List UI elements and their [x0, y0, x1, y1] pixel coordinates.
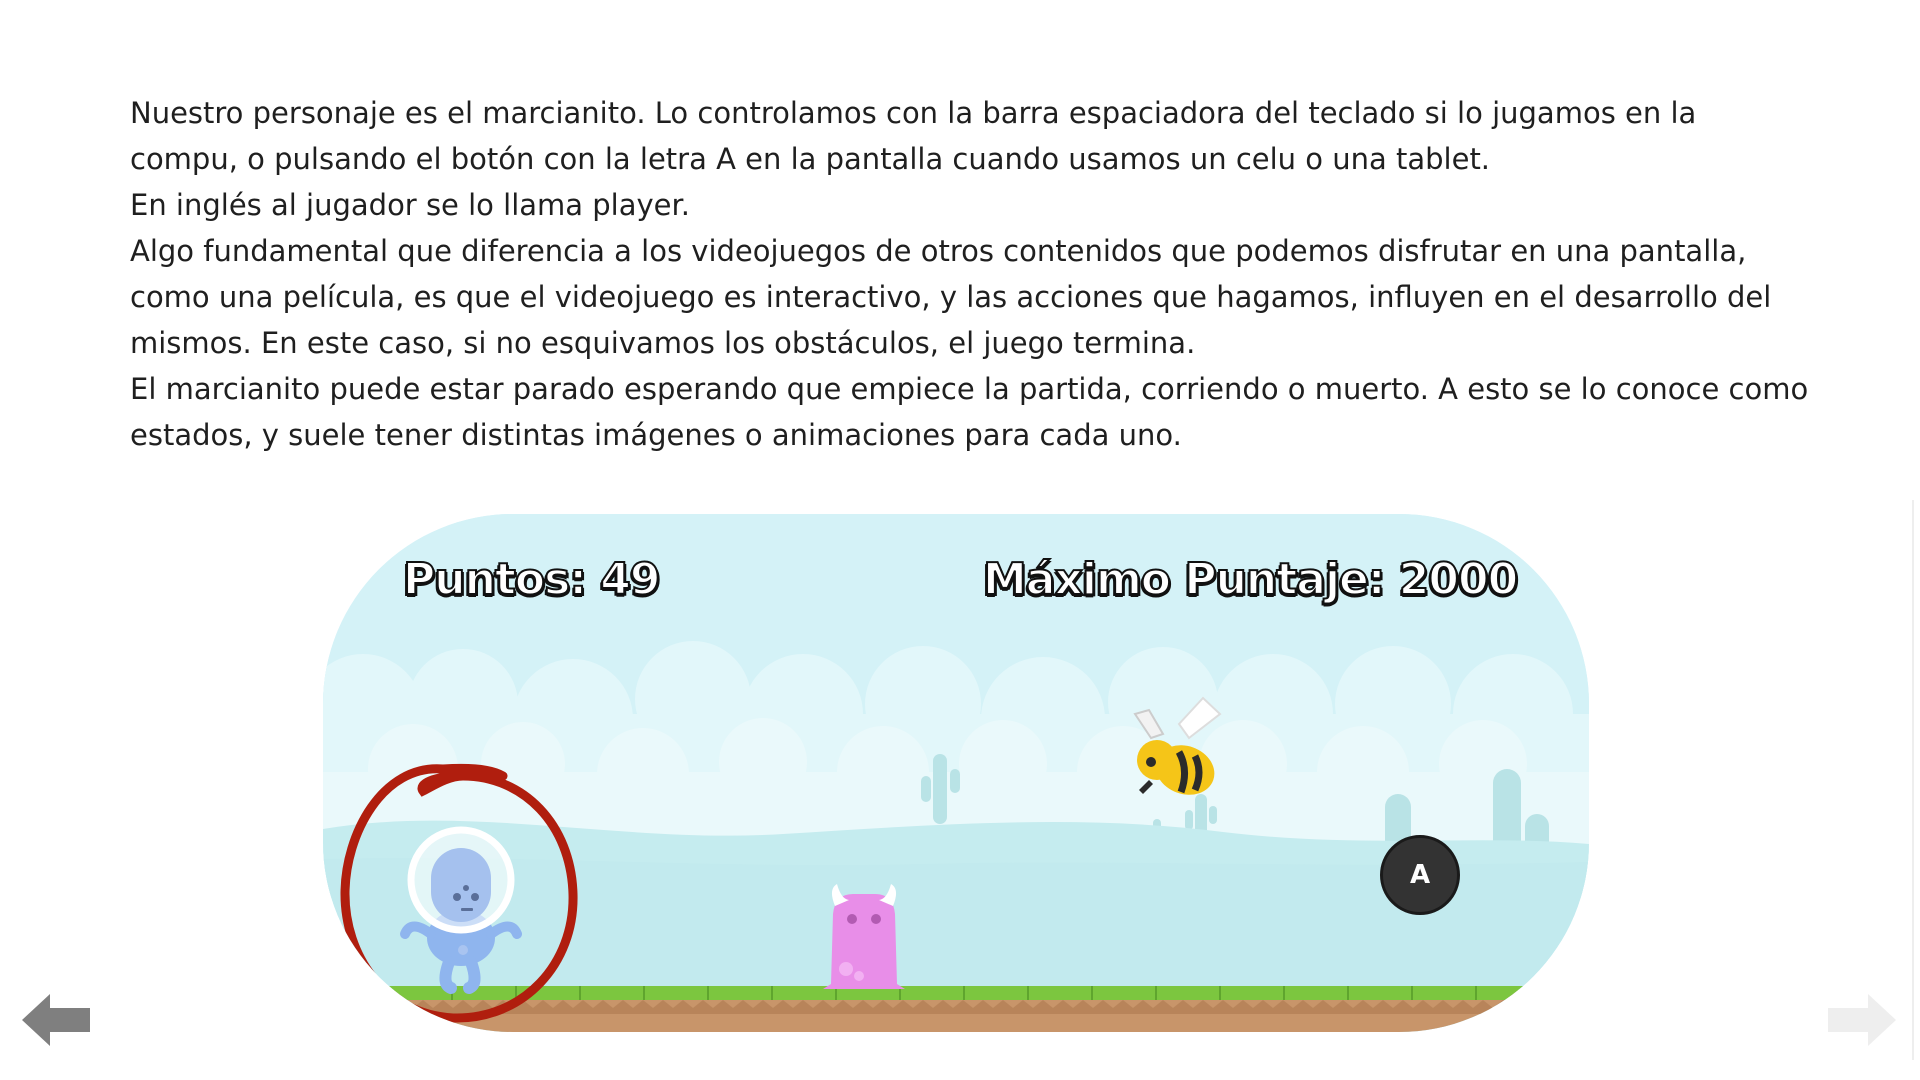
paragraph-1: Nuestro personaje es el marcianito. Lo c…	[130, 96, 1697, 176]
high-score-label: Máximo Puntaje: 2000	[982, 553, 1519, 606]
monster-obstacle	[823, 884, 905, 989]
paragraph-2: En inglés al jugador se lo llama player.	[130, 188, 690, 222]
paragraph-4: El marcianito puede estar parado esperan…	[130, 372, 1809, 452]
previous-button[interactable]	[20, 990, 92, 1050]
page-edge	[1912, 500, 1914, 1060]
lesson-text: Nuestro personaje es el marcianito. Lo c…	[130, 90, 1810, 458]
paragraph-3: Algo fundamental que diferencia a los vi…	[130, 234, 1772, 360]
ground	[323, 986, 1589, 1032]
jump-button-label: A	[1409, 860, 1431, 890]
arrow-left-icon	[22, 994, 90, 1046]
score-label: Puntos: 49	[402, 553, 661, 606]
jump-button[interactable]: A	[1380, 835, 1460, 915]
slide: Nuestro personaje es el marcianito. Lo c…	[0, 0, 1920, 1080]
next-button[interactable]	[1826, 990, 1898, 1050]
arrow-right-icon	[1828, 994, 1896, 1046]
game-canvas[interactable]: Puntos: 49 Máximo Puntaje: 2000 A	[323, 514, 1589, 1032]
